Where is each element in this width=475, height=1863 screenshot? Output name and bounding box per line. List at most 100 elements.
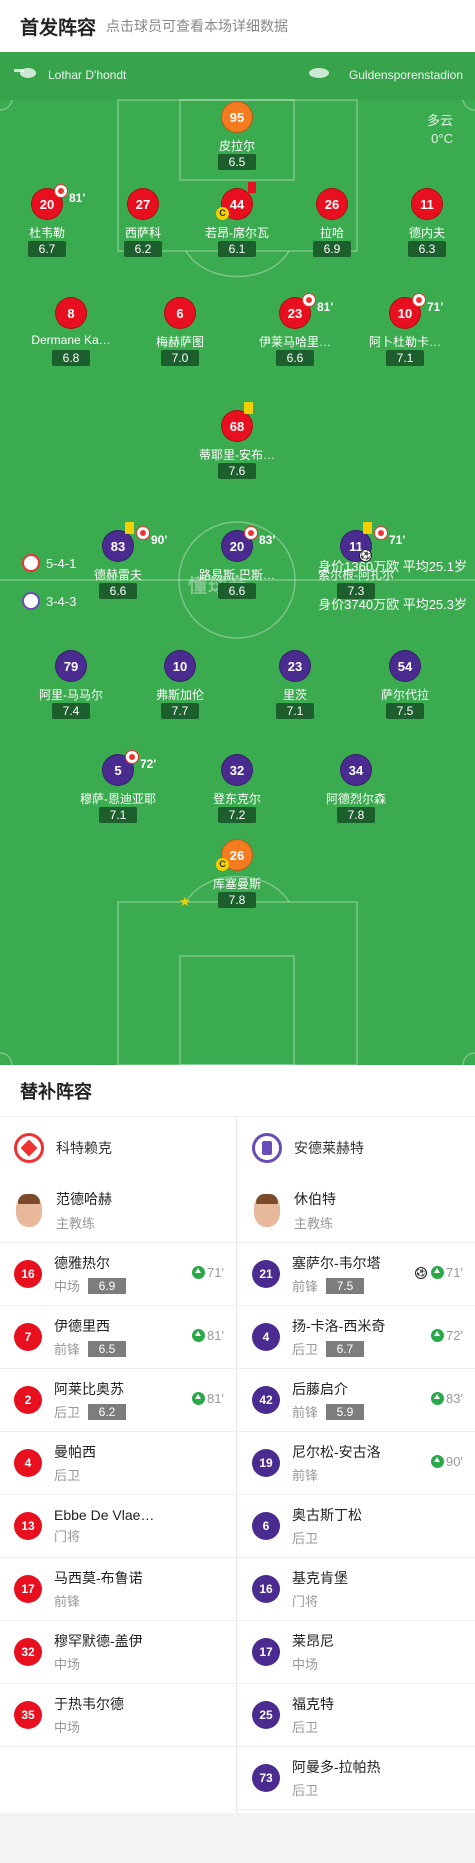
home-coach-row[interactable]: 范德哈赫 主教练: [0, 1179, 236, 1243]
away-player-card[interactable]: 10 弗斯加伦 7.7: [130, 650, 230, 720]
away-coach-row[interactable]: 休伯特 主教练: [238, 1179, 475, 1243]
away-player-card[interactable]: 23 里茨 7.1: [245, 650, 345, 720]
sub-in-minute: 81': [207, 1391, 224, 1406]
substitute-row[interactable]: 7 伊德里西 前锋 6.5 81': [0, 1306, 236, 1369]
substitute-name: Ebbe De Vlae…: [54, 1507, 155, 1523]
substitute-rating: 7.5: [326, 1277, 365, 1294]
player-rating: 7.6: [218, 463, 256, 479]
shirt-number: 20 81': [31, 184, 85, 220]
sub-minute: 90': [151, 533, 168, 547]
substitute-meta: 门将: [54, 1526, 154, 1545]
substitute-row[interactable]: 13 Ebbe De Vlae… 门将: [0, 1495, 236, 1558]
home-player-card[interactable]: 20 81' 杜韦勒 6.7: [0, 184, 97, 258]
sub-in-minute: 71': [446, 1265, 463, 1280]
substitute-position: 门将: [292, 1594, 319, 1609]
substitute-row[interactable]: 42 后藤启介 前锋 5.9 83': [238, 1369, 475, 1432]
home-player-card[interactable]: 44 C 若昂-席尔瓦 6.1: [187, 182, 287, 258]
substitute-row[interactable]: 16 基克肯堡 门将: [238, 1558, 475, 1621]
home-team-logo-icon: [22, 554, 40, 572]
home-player-card[interactable]: 27 西萨科 6.2: [93, 188, 193, 258]
shirt-number: 42: [252, 1386, 280, 1414]
referee-name: Lothar D'hondt: [48, 68, 127, 82]
home-player-card[interactable]: 23 81' 伊莱马哈里… 6.6: [245, 293, 345, 367]
substitute-row[interactable]: 19 尼尔松-安古洛 前锋 90': [238, 1432, 475, 1495]
home-sub-list: 16 德雅热尔 中场 6.9 71' 7 伊德里西 前锋 6.5 81' 2 阿莱比奥苏 后卫 6.2 81…: [0, 1243, 236, 1747]
player-name: 蒂耶里-安布…: [199, 448, 275, 461]
page-title: 首发阵容: [20, 17, 97, 39]
substitute-row[interactable]: 17 莱昂尼 中场: [238, 1621, 475, 1684]
away-player-card[interactable]: 79 阿里-马马尔 7.4: [21, 650, 121, 720]
substitute-row[interactable]: 25 福克特 后卫: [238, 1684, 475, 1747]
away-player-card[interactable]: 5 72' 穆萨-恩迪亚耶 7.1: [68, 750, 168, 824]
player-name: 西萨科: [124, 226, 161, 239]
substitute-info: 于热韦尔德 中场: [54, 1694, 124, 1736]
substitute-row[interactable]: 4 扬-卡洛-西米奇 后卫 6.7 72': [238, 1306, 475, 1369]
substitute-row[interactable]: 16 德雅热尔 中场 6.9 71': [0, 1243, 236, 1306]
substitute-row[interactable]: 35 于热韦尔德 中场: [0, 1684, 236, 1747]
player-name: 里茨: [282, 688, 307, 701]
player-name: 梅赫萨图: [155, 335, 204, 348]
substitute-meta: 后卫: [292, 1528, 362, 1547]
shirt-number: 10: [164, 650, 196, 682]
away-player-card[interactable]: 11 ⚽ 71' 索尔根-阿扎尔 7.3: [306, 522, 406, 600]
red-card-icon: [248, 182, 256, 193]
substitute-info: 后藤启介 前锋 5.9: [292, 1379, 365, 1421]
substitute-position: 中场: [292, 1657, 319, 1672]
away-player-card[interactable]: 83 90' 德赫雷夫 6.6: [68, 522, 168, 600]
home-player-card[interactable]: 68 蒂耶里-安布… 7.6: [187, 402, 287, 480]
shirt-number: 79: [55, 650, 87, 682]
substitute-meta: 前锋 5.9: [292, 1402, 365, 1421]
sub-in-time: 83': [431, 1391, 463, 1406]
player-rating: 7.8: [218, 892, 256, 908]
substitute-meta: 前锋 7.5: [292, 1276, 381, 1295]
sub-in-minute: 90': [446, 1454, 463, 1469]
substitute-name: 扬-卡洛-西米奇: [292, 1318, 386, 1334]
substitute-name: 阿曼多-拉帕热: [292, 1759, 381, 1775]
substitute-info: 扬-卡洛-西米奇 后卫 6.7: [292, 1316, 385, 1358]
player-name: 拉哈: [319, 226, 344, 239]
player-rating: 7.2: [218, 807, 256, 823]
away-player-card[interactable]: 34 阿德烈尔森 7.8: [306, 754, 406, 824]
substitute-position: 前锋: [292, 1279, 319, 1294]
substitute-row[interactable]: 73 阿曼多-拉帕热 后卫: [238, 1747, 475, 1810]
away-player-card[interactable]: 54 萨尔代拉 7.5: [355, 650, 455, 720]
substitute-name: 穆罕默德-盖伊: [54, 1633, 143, 1649]
away-team-row[interactable]: 安德莱赫特: [238, 1117, 475, 1179]
away-player-card[interactable]: 20 83' 路易斯-巴斯… 6.6: [187, 526, 287, 600]
home-coach-name: 范德哈赫: [56, 1191, 112, 1207]
home-player-card[interactable]: 8 Dermane Ka… 6.8: [21, 297, 121, 367]
player-rating: 6.9: [313, 241, 351, 257]
substitute-position: 中场: [54, 1279, 81, 1294]
substitute-row[interactable]: 4 曼帕西 后卫: [0, 1432, 236, 1495]
yellow-card-icon: [363, 522, 372, 534]
player-rating: 7.0: [161, 350, 199, 366]
home-player-card[interactable]: 11 德内夫 6.3: [377, 188, 475, 258]
away-player-card[interactable]: 32 登东克尔 7.2: [187, 754, 287, 824]
substitute-row[interactable]: 17 马西莫-布鲁诺 前锋: [0, 1558, 236, 1621]
substitute-row[interactable]: 2 阿莱比奥苏 后卫 6.2 81': [0, 1369, 236, 1432]
home-player-card[interactable]: 95 皮拉尔 6.5: [187, 101, 287, 171]
shirt-number: 4: [252, 1323, 280, 1351]
away-subs-column: 安德莱赫特 休伯特 主教练 21 塞萨尔-韦尔塔 前锋 7.5 ⚽ 71' 4 扬-卡洛-西米…: [238, 1117, 475, 1810]
substitute-position: 中场: [54, 1657, 81, 1672]
sub-in-minute: 81': [207, 1328, 224, 1343]
player-rating: 7.5: [386, 703, 424, 719]
shirt-number: 27: [127, 188, 159, 220]
away-player-card[interactable]: ★ 26 C 库塞曼斯 7.8: [179, 839, 287, 909]
substitute-row[interactable]: 21 塞萨尔-韦尔塔 前锋 7.5 ⚽ 71': [238, 1243, 475, 1306]
sub-minute: 81': [317, 300, 334, 314]
substitute-row[interactable]: 6 奥古斯丁松 后卫: [238, 1495, 475, 1558]
home-player-card[interactable]: 6 梅赫萨图 7.0: [130, 297, 230, 367]
substitute-info: 阿莱比奥苏 后卫 6.2: [54, 1379, 127, 1421]
player-name: Dermane Ka…: [31, 333, 111, 347]
substitute-name: 曼帕西: [54, 1444, 96, 1460]
home-team-row[interactable]: 科特赖克: [0, 1117, 236, 1179]
shirt-number: 4: [14, 1449, 42, 1477]
substitution-icon: [136, 526, 150, 540]
player-name: 路易斯-巴斯…: [199, 568, 275, 581]
home-player-card[interactable]: 26 拉哈 6.9: [282, 188, 382, 258]
stadium-name: Guldensporenstadion: [348, 68, 463, 82]
shirt-number: 23: [279, 650, 311, 682]
home-player-card[interactable]: 10 71' 阿卜杜勒卡… 7.1: [355, 293, 455, 367]
substitute-row[interactable]: 32 穆罕默德-盖伊 中场: [0, 1621, 236, 1684]
